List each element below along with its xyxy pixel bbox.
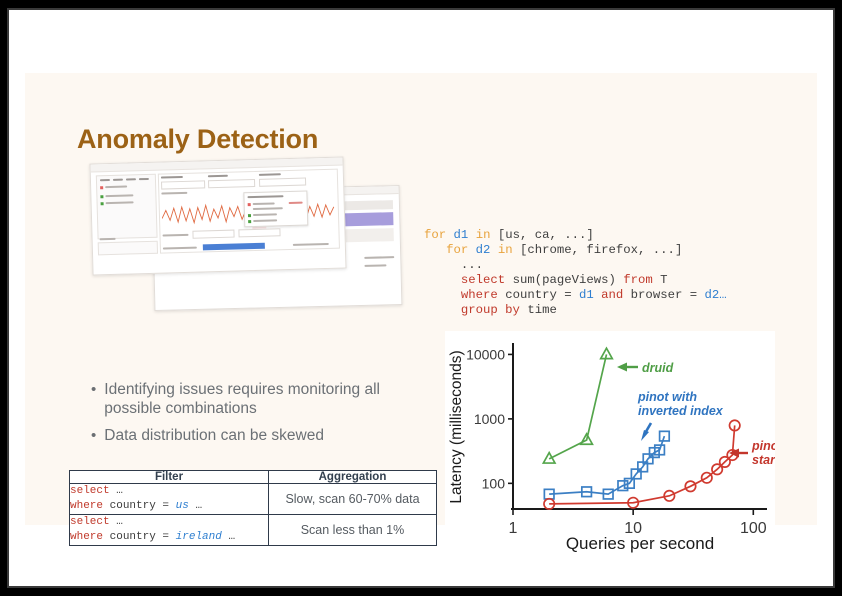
list-item: • Identifying issues requires monitoring… bbox=[91, 380, 421, 418]
bullet-list: • Identifying issues requires monitoring… bbox=[91, 380, 421, 453]
select-field bbox=[161, 180, 206, 190]
druid-annotation: druid bbox=[642, 361, 674, 375]
y-tick-label: 1000 bbox=[474, 411, 505, 427]
x-tick-label: 1 bbox=[509, 520, 518, 537]
code-token: d2 bbox=[475, 243, 491, 258]
y-axis-label: Latency (milliseconds) bbox=[448, 350, 465, 503]
dashboard-screenshot-front bbox=[89, 156, 347, 276]
code-token: time bbox=[519, 303, 557, 318]
code-token: ... bbox=[424, 258, 484, 273]
code-token: d1 bbox=[453, 228, 469, 242]
series-pinot-with-inverted-index bbox=[543, 430, 671, 500]
filter-aggregation-table: Filter Aggregation select … where countr… bbox=[69, 470, 437, 546]
series-pinot-with-startree-index bbox=[543, 419, 741, 510]
dashboard-screenshot-collage bbox=[89, 156, 403, 318]
code-token: for bbox=[446, 243, 476, 258]
code-token: d1 bbox=[579, 288, 594, 303]
cell-filter-query: select … where country = us … bbox=[69, 483, 269, 515]
cell-filter-query: select … where country = ireland … bbox=[69, 514, 269, 546]
code-token: group by bbox=[460, 303, 520, 318]
latency-vs-qps-chart: 100 1000 10000 1 10 100 Queries per second Late… bbox=[445, 331, 775, 553]
column-header-aggregation: Aggregation bbox=[268, 470, 437, 484]
code-token: browser = bbox=[623, 288, 705, 303]
table-row: select … where country = us … Slow, scan… bbox=[69, 483, 437, 515]
series-line bbox=[548, 354, 608, 460]
inverted-annotation-line1: pinot with bbox=[637, 390, 697, 404]
select-field bbox=[258, 177, 307, 187]
code-token: in bbox=[475, 228, 491, 242]
code-token: [us, ca, ...] bbox=[490, 228, 594, 242]
code-token: and bbox=[601, 288, 624, 303]
cell-aggregation: Slow, scan 60-70% data bbox=[268, 483, 437, 515]
bullet-dot-icon: • bbox=[91, 381, 97, 398]
heatmap-cell-purple bbox=[338, 212, 394, 227]
table-cell bbox=[338, 228, 394, 243]
cell-aggregation: Scan less than 1% bbox=[268, 514, 437, 546]
select-field bbox=[207, 178, 256, 189]
x-axis-label: Queries per second bbox=[566, 534, 714, 553]
code-token: T bbox=[652, 273, 668, 288]
code-token: for bbox=[424, 228, 454, 242]
y-tick-label: 10000 bbox=[466, 346, 505, 362]
bullet-dot-icon: • bbox=[91, 427, 97, 444]
column-header-filter: Filter bbox=[69, 470, 269, 484]
druid-arrow-head bbox=[617, 362, 627, 372]
code-token: sum(pageViews) bbox=[505, 273, 624, 288]
series-druid bbox=[541, 346, 614, 464]
date-field bbox=[192, 229, 235, 239]
date-field bbox=[238, 228, 281, 238]
bullet-text: Data distribution can be skewed bbox=[104, 427, 324, 444]
code-snippet: for d1 in [us, ca, ...] for d2 in [chrom… bbox=[424, 228, 727, 319]
code-token: country = bbox=[497, 288, 579, 303]
table-row: select … where country = ireland … Scan … bbox=[69, 514, 437, 546]
marker-triangle bbox=[541, 450, 557, 464]
startree-annotation-line2: startree index bbox=[752, 453, 775, 467]
slide-frame: Anomaly Detection • Identifying issues r… bbox=[7, 8, 835, 588]
slide-content-area: Anomaly Detection • Identifying issues r… bbox=[25, 73, 817, 553]
inverted-arrow-head bbox=[641, 430, 649, 441]
legend-swatch bbox=[100, 202, 104, 206]
code-token: where bbox=[460, 288, 498, 303]
code-token: in bbox=[497, 243, 513, 258]
code-token: from bbox=[623, 273, 653, 288]
table-header-row: Filter Aggregation bbox=[69, 470, 437, 484]
inverted-annotation-line2: inverted index bbox=[638, 404, 724, 418]
code-token: select bbox=[460, 273, 506, 288]
code-token: [chrome, firefox, ...] bbox=[512, 243, 683, 258]
y-tick-label: 100 bbox=[482, 475, 506, 491]
chart-svg: 1001000100001 10 100Queries per secondLate… bbox=[448, 343, 775, 553]
sidebar-panel bbox=[95, 173, 158, 240]
tooltip bbox=[243, 190, 309, 228]
dropdown bbox=[97, 240, 159, 256]
legend-swatch bbox=[100, 186, 104, 190]
code-token: d2… bbox=[704, 288, 727, 303]
page-title: Anomaly Detection bbox=[77, 124, 319, 154]
list-item: • Data distribution can be skewed bbox=[91, 426, 421, 445]
bullet-text: Identifying issues requires monitoring a… bbox=[104, 381, 380, 417]
x-tick-label: 100 bbox=[740, 520, 767, 537]
legend-swatch bbox=[100, 195, 104, 199]
startree-annotation-line1: pinot with bbox=[751, 439, 775, 453]
